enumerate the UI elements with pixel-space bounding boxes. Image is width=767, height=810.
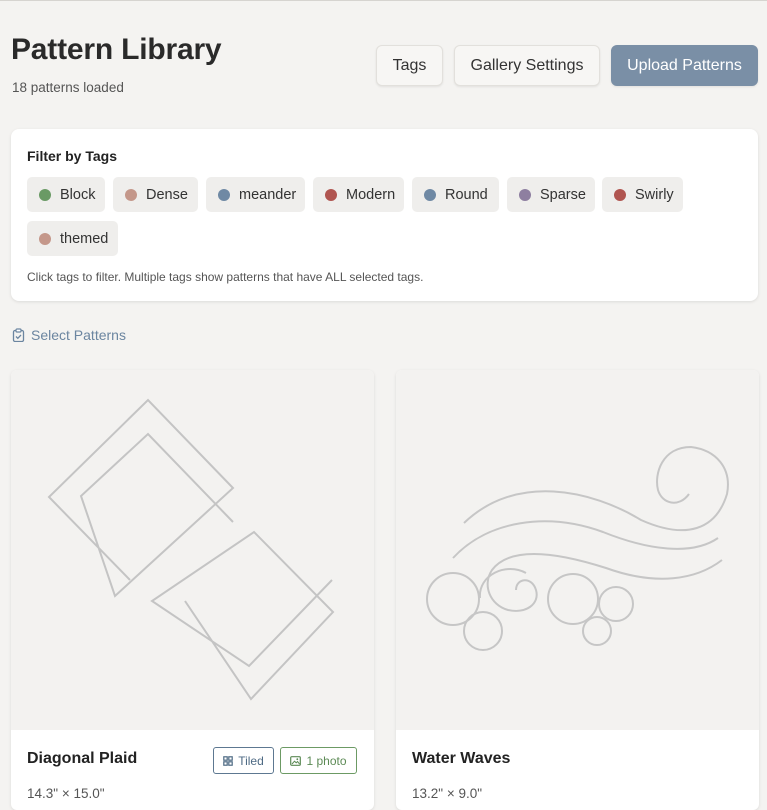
tag-label: Modern	[346, 186, 396, 203]
tag-meander[interactable]: meander	[206, 177, 305, 212]
filter-title: Filter by Tags	[27, 148, 117, 164]
water-waves-preview-image	[426, 445, 729, 651]
tag-swirly[interactable]: Swirly	[602, 177, 683, 212]
tag-filter-panel: Filter by Tags Block Dense meander Moder…	[11, 129, 758, 301]
clipboard-check-icon	[12, 328, 25, 342]
page-title: Pattern Library	[11, 33, 222, 66]
photo-count-badge[interactable]: 1 photo	[280, 747, 357, 774]
tiled-badge: Tiled	[213, 747, 274, 774]
tag-block[interactable]: Block	[27, 177, 105, 212]
diagonal-plaid-preview-image	[47, 398, 335, 701]
tags-button[interactable]: Tags	[376, 45, 443, 86]
upload-patterns-button[interactable]: Upload Patterns	[611, 45, 758, 86]
tag-list: Block Dense meander Modern Round Sparse …	[27, 177, 747, 257]
badge-label: 1 photo	[306, 753, 347, 768]
top-divider	[0, 0, 767, 1]
tag-modern[interactable]: Modern	[313, 177, 404, 212]
tag-color-dot	[519, 188, 531, 201]
pattern-name: Water Waves	[412, 750, 511, 767]
tag-color-dot	[39, 188, 51, 201]
tag-sparse[interactable]: Sparse	[507, 177, 595, 212]
pattern-name: Diagonal Plaid	[27, 750, 138, 767]
select-patterns-label: Select Patterns	[31, 327, 126, 343]
pattern-dimensions: 14.3" × 15.0"	[27, 786, 105, 801]
pattern-count: 18 patterns loaded	[12, 80, 124, 95]
tag-label: Dense	[146, 186, 188, 203]
pattern-preview[interactable]	[396, 370, 759, 730]
tag-color-dot	[424, 188, 436, 201]
tag-color-dot	[614, 188, 626, 201]
tag-label: themed	[60, 230, 109, 247]
tag-label: meander	[239, 186, 297, 203]
pattern-card[interactable]: Diagonal Plaid Tiled 1 photo 14.3" × 15.…	[11, 370, 374, 810]
tag-label: Block	[60, 186, 96, 203]
grid-icon	[223, 755, 234, 766]
tag-label: Sparse	[540, 186, 586, 203]
tag-round[interactable]: Round	[412, 177, 499, 212]
tag-label: Swirly	[635, 186, 674, 203]
image-icon	[290, 755, 302, 766]
pattern-preview[interactable]	[11, 370, 374, 730]
tag-color-dot	[125, 188, 137, 201]
select-patterns-link[interactable]: Select Patterns	[12, 327, 126, 343]
tag-themed[interactable]: themed	[27, 221, 118, 256]
pattern-card[interactable]: Water Waves 13.2" × 9.0"	[396, 370, 759, 810]
tag-color-dot	[218, 188, 230, 201]
gallery-settings-button[interactable]: Gallery Settings	[454, 45, 600, 86]
tag-color-dot	[39, 232, 51, 245]
tag-color-dot	[325, 188, 337, 201]
filter-hint: Click tags to filter. Multiple tags show…	[27, 270, 424, 284]
badge-label: Tiled	[238, 753, 264, 768]
tag-label: Round	[445, 186, 488, 203]
pattern-dimensions: 13.2" × 9.0"	[412, 786, 483, 801]
tag-dense[interactable]: Dense	[113, 177, 198, 212]
